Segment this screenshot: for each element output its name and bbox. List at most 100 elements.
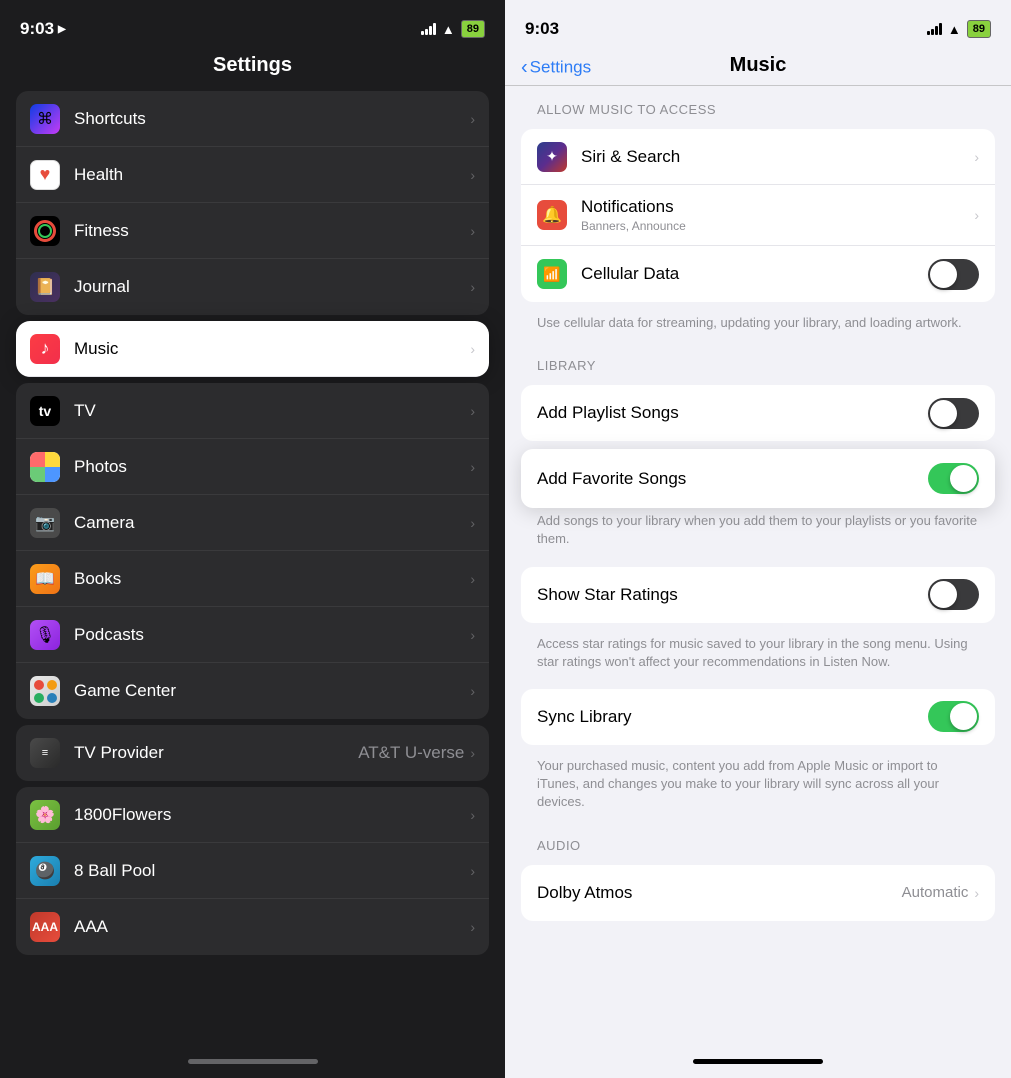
settings-row-siri[interactable]: ✦ Siri & Search › [521,129,995,185]
music-label: Music [74,339,470,359]
add-favorite-songs-thumb [950,465,977,492]
settings-section-tvprovider: ≡ TV Provider AT&T U-verse › [16,725,489,781]
cellular-label: Cellular Data [581,264,928,284]
settings-row-cellular[interactable]: 📶 Cellular Data [521,246,995,302]
health-icon: ♥ [30,160,60,190]
tvprovider-label: TV Provider [74,743,358,763]
back-label: Settings [530,58,591,78]
settings-row-star-ratings[interactable]: Show Star Ratings [521,567,995,623]
settings-row-books[interactable]: 📖 Books › [16,551,489,607]
library-header: LIBRARY [505,342,1011,377]
add-favorite-songs-row[interactable]: Add Favorite Songs [521,449,995,508]
siri-chevron: › [974,149,979,165]
settings-row-dolby[interactable]: Dolby Atmos Automatic › [521,865,995,921]
camera-icon: 📷 [30,508,60,538]
right-home-bar [693,1059,823,1064]
settings-section-3: tv TV › Photos › 📷 [16,383,489,719]
tv-label: TV [74,401,470,421]
settings-row-gamecenter[interactable]: Game Center › [16,663,489,719]
notifications-label: Notifications [581,197,974,217]
notifications-settings-icon: 🔔 [537,200,567,230]
settings-row-add-playlist-songs[interactable]: Add Playlist Songs [521,385,995,441]
right-page-title: Music [521,54,995,77]
notifications-chevron: › [974,207,979,223]
back-button[interactable]: ‹ Settings [521,56,591,79]
health-chevron: › [470,167,475,183]
photos-chevron: › [470,459,475,475]
library-description: Add songs to your library when you add t… [505,508,1011,558]
fitness-chevron: › [470,223,475,239]
wifi-icon: ▲ [442,22,455,37]
dolby-value: Automatic [902,884,969,901]
back-chevron: ‹ [521,56,528,79]
settings-row-aaa[interactable]: AAA AAA › [16,899,489,955]
settings-row-8ball[interactable]: 🎱 8 Ball Pool › [16,843,489,899]
8ball-icon: 🎱 [30,856,60,886]
library-section: Add Playlist Songs [521,385,995,441]
notifications-sublabel: Banners, Announce [581,219,974,233]
star-ratings-label: Show Star Ratings [537,585,928,605]
fitness-label: Fitness [74,221,470,241]
star-ratings-toggle[interactable] [928,579,979,610]
settings-row-shortcuts[interactable]: ⌘ Shortcuts › [16,91,489,147]
music-icon: ♪ [30,334,60,364]
health-label: Health [74,165,470,185]
settings-row-podcasts[interactable]: 🎙 Podcasts › [16,607,489,663]
sync-library-thumb [950,703,977,730]
settings-row-fitness[interactable]: Fitness › [16,203,489,259]
left-page-title: Settings [16,54,489,77]
settings-row-health[interactable]: ♥ Health › [16,147,489,203]
battery-indicator: 89 [461,20,485,38]
settings-row-1800flowers[interactable]: 🌸 1800Flowers › [16,787,489,843]
siri-label: Siri & Search [581,147,974,167]
music-chevron: › [470,341,475,357]
podcasts-icon: 🎙 [30,620,60,650]
settings-row-sync-library[interactable]: Sync Library [521,689,995,745]
settings-row-camera[interactable]: 📷 Camera › [16,495,489,551]
siri-settings-icon: ✦ [537,142,567,172]
journal-icon: 📔 [30,272,60,302]
settings-row-tvprovider[interactable]: ≡ TV Provider AT&T U-verse › [16,725,489,781]
star-ratings-thumb [930,581,957,608]
photos-label: Photos [74,457,470,477]
tvprovider-icon: ≡ [30,738,60,768]
star-ratings-description: Access star ratings for music saved to y… [505,631,1011,681]
tvprovider-value: AT&T U-verse [358,743,464,763]
podcasts-label: Podcasts [74,625,470,645]
add-playlist-songs-toggle[interactable] [928,398,979,429]
shortcuts-icon: ⌘ [30,104,60,134]
books-chevron: › [470,571,475,587]
right-wifi-icon: ▲ [948,22,961,37]
left-status-icons: ▲ 89 [421,20,485,38]
sync-library-label: Sync Library [537,707,928,727]
allow-music-section: ✦ Siri & Search › 🔔 Notifications Banner… [521,129,995,302]
left-status-bar: 9:03 ▶ ▲ 89 [0,0,505,50]
cellular-description: Use cellular data for streaming, updatin… [505,310,1011,342]
1800flowers-icon: 🌸 [30,800,60,830]
journal-label: Journal [74,277,470,297]
fitness-icon [30,216,60,246]
dolby-label: Dolby Atmos [537,883,902,903]
books-label: Books [74,569,470,589]
add-favorite-songs-toggle[interactable] [928,463,979,494]
audio-header: AUDIO [505,822,1011,857]
cellular-settings-icon: 📶 [537,259,567,289]
settings-row-notifications[interactable]: 🔔 Notifications Banners, Announce › [521,185,995,246]
sync-library-toggle[interactable] [928,701,979,732]
cellular-toggle-thumb [930,261,957,288]
settings-row-tv[interactable]: tv TV › [16,383,489,439]
add-playlist-songs-thumb [930,400,957,427]
settings-row-photos[interactable]: Photos › [16,439,489,495]
settings-row-journal[interactable]: 📔 Journal › [16,259,489,315]
sync-library-description: Your purchased music, content you add fr… [505,753,1011,822]
1800flowers-chevron: › [470,807,475,823]
dolby-chevron: › [974,885,979,901]
settings-section-1: ⌘ Shortcuts › ♥ Health › Fitness › [16,91,489,315]
left-status-time: 9:03 ▶ [20,19,66,39]
shortcuts-chevron: › [470,111,475,127]
aaa-chevron: › [470,919,475,935]
settings-row-music[interactable]: ♪ Music › [16,321,489,377]
right-content: ALLOW MUSIC TO ACCESS ✦ Siri & Search › … [505,86,1011,1044]
right-nav-bar: ‹ Settings Music [505,50,1011,86]
cellular-toggle[interactable] [928,259,979,290]
